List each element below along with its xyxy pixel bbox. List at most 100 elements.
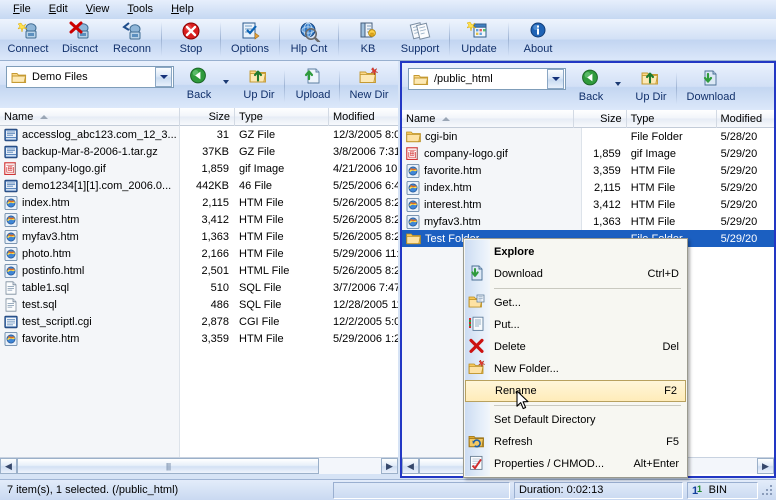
context-menu-item-refresh[interactable]: RefreshF5 xyxy=(464,431,687,453)
table-row[interactable]: test.sql486SQL File12/28/2005 11 xyxy=(0,296,398,313)
remote-path-combobox[interactable]: /public_html xyxy=(408,68,566,90)
local-file-list[interactable]: accesslog_abc123.com_12_3...31GZ File12/… xyxy=(0,126,398,457)
file-name-cell[interactable]: test.sql xyxy=(0,298,180,312)
table-row[interactable]: photo.htm2,166HTM File5/29/2006 11: xyxy=(0,245,398,262)
file-name-cell[interactable]: favorite.htm xyxy=(0,332,180,346)
local-back-button[interactable]: Back xyxy=(176,66,222,106)
file-name-cell[interactable]: backup-Mar-8-2006-1.tar.gz xyxy=(0,145,180,159)
remote-back-dropdown-arrow[interactable] xyxy=(615,82,621,86)
context-menu-item-download[interactable]: DownloadCtrl+D xyxy=(464,263,687,285)
context-menu-item-new-folder[interactable]: New Folder... xyxy=(464,358,687,380)
table-row[interactable]: test_scriptl.cgi2,878CGI File12/2/2005 5… xyxy=(0,313,398,330)
table-row[interactable]: favorite.htm3,359HTM File5/29/2006 1:2 xyxy=(0,330,398,347)
table-row[interactable]: table1.sql510SQL File3/7/2006 7:47 xyxy=(0,279,398,296)
local-upload-button[interactable]: Upload xyxy=(288,66,338,106)
context-menu-item-set-default-directory[interactable]: Set Default Directory xyxy=(464,409,687,431)
toolbar-connect-button[interactable]: Connect xyxy=(2,19,54,60)
local-column-size[interactable]: Size xyxy=(180,108,235,126)
file-name-cell[interactable]: favorite.htm xyxy=(402,164,574,178)
remote-column-size-label: Size xyxy=(600,110,621,128)
file-name-cell[interactable]: myfav3.htm xyxy=(402,215,574,229)
table-row[interactable]: myfav3.htm1,363HTM File5/29/20 xyxy=(402,213,774,230)
local-scroll-left-button[interactable]: ◀ xyxy=(0,458,17,474)
remote-column-type[interactable]: Type xyxy=(627,110,717,128)
context-menu-item-explore[interactable]: Explore xyxy=(464,241,687,263)
file-name-cell[interactable]: interest.htm xyxy=(0,213,180,227)
local-scroll-right-button[interactable]: ▶ xyxy=(381,458,398,474)
local-path-combobox[interactable]: Demo Files xyxy=(6,66,174,88)
menu-edit[interactable]: Edit xyxy=(40,1,77,18)
table-row[interactable]: 画company-logo.gif1,859gif Image5/29/20 xyxy=(402,145,774,162)
table-row[interactable]: index.htm2,115HTM File5/26/2005 8:2 xyxy=(0,194,398,211)
local-column-name[interactable]: Name xyxy=(0,108,180,126)
menu-help[interactable]: Help xyxy=(162,1,203,18)
file-name-cell[interactable]: demo1234[1][1].com_2006.0... xyxy=(0,179,180,193)
local-horizontal-scrollbar[interactable]: ◀ |||| ▶ xyxy=(0,457,398,474)
table-row[interactable]: cgi-binFile Folder5/28/20 xyxy=(402,128,774,145)
table-row[interactable]: demo1234[1][1].com_2006.0...442KB46 File… xyxy=(0,177,398,194)
toolbar-support-label: Support xyxy=(401,43,440,56)
file-type-cell: GZ File xyxy=(235,129,329,141)
file-name-cell[interactable]: index.htm xyxy=(402,181,574,195)
remote-scroll-left-button[interactable]: ◀ xyxy=(402,458,419,474)
local-scroll-thumb[interactable]: |||| xyxy=(17,458,319,474)
get-folder-icon xyxy=(468,294,486,312)
file-name-cell[interactable]: accesslog_abc123.com_12_3... xyxy=(0,128,180,142)
remote-download-button[interactable]: Download xyxy=(680,68,742,108)
remote-updir-button[interactable]: Up Dir xyxy=(627,68,675,108)
remote-back-button[interactable]: Back xyxy=(568,68,614,108)
table-row[interactable]: accesslog_abc123.com_12_3...31GZ File12/… xyxy=(0,126,398,143)
file-name-cell[interactable]: index.htm xyxy=(0,196,180,210)
local-newdir-button[interactable]: New Dir xyxy=(343,66,395,106)
file-name-cell[interactable]: test_scriptl.cgi xyxy=(0,315,180,329)
table-row[interactable]: interest.htm3,412HTM File5/26/2005 8:2 xyxy=(0,211,398,228)
toolbar-reconnect-label: Reconn xyxy=(113,43,151,56)
local-updir-button[interactable]: Up Dir xyxy=(235,66,283,106)
context-menu-item-get[interactable]: Get... xyxy=(464,292,687,314)
table-row[interactable]: 画company-logo.gif1,859gif Image4/21/2006… xyxy=(0,160,398,177)
file-name-cell[interactable]: table1.sql xyxy=(0,281,180,295)
file-name-cell[interactable]: cgi-bin xyxy=(402,130,574,143)
menu-tools[interactable]: Tools xyxy=(118,1,162,18)
toolbar-kb-button[interactable]: KB xyxy=(342,19,394,60)
file-context-menu[interactable]: ExploreDownloadCtrl+D Get...Put...DeleteD… xyxy=(463,238,688,478)
local-path-dropdown-arrow[interactable] xyxy=(155,67,172,87)
context-menu-item-rename[interactable]: RenameF2 xyxy=(465,380,686,402)
file-name-cell[interactable]: 画company-logo.gif xyxy=(402,147,574,161)
context-menu-item-properties-chmod[interactable]: Properties / CHMOD...Alt+Enter xyxy=(464,453,687,475)
remote-column-name[interactable]: Name xyxy=(402,110,574,128)
table-row[interactable]: interest.htm3,412HTM File5/29/20 xyxy=(402,196,774,213)
menu-file[interactable]: File xyxy=(4,1,40,18)
toolbar-options-button[interactable]: Options xyxy=(224,19,276,60)
file-name-cell[interactable]: photo.htm xyxy=(0,247,180,261)
file-name-cell[interactable]: myfav3.htm xyxy=(0,230,180,244)
toolbar-disconnect-button[interactable]: Discnct xyxy=(54,19,106,60)
remote-path-dropdown-arrow[interactable] xyxy=(547,69,564,89)
status-mode-pane[interactable]: 1 1 BIN xyxy=(687,482,758,499)
file-name-cell[interactable]: interest.htm xyxy=(402,198,574,212)
context-menu-item-put[interactable]: Put... xyxy=(464,314,687,336)
table-row[interactable]: index.htm2,115HTM File5/29/20 xyxy=(402,179,774,196)
toolbar-support-button[interactable]: Support xyxy=(394,19,446,60)
local-scroll-track[interactable]: |||| xyxy=(17,458,381,474)
table-row[interactable]: backup-Mar-8-2006-1.tar.gz37KBGZ File3/8… xyxy=(0,143,398,160)
toolbar-update-button[interactable]: Update xyxy=(453,19,505,60)
table-row[interactable]: postinfo.html2,501HTML File5/26/2005 8:2 xyxy=(0,262,398,279)
table-row[interactable]: myfav3.htm1,363HTM File5/26/2005 8:2 xyxy=(0,228,398,245)
menu-view[interactable]: View xyxy=(77,1,119,18)
file-name-cell[interactable]: 画company-logo.gif xyxy=(0,162,180,176)
remote-column-size[interactable]: Size xyxy=(574,110,627,128)
toolbar-about-button[interactable]: About xyxy=(512,19,564,60)
local-back-dropdown-arrow[interactable] xyxy=(223,80,229,84)
file-name-cell[interactable]: postinfo.html xyxy=(0,264,180,278)
remote-column-modified[interactable]: Modified xyxy=(717,110,775,128)
local-column-modified[interactable]: Modified xyxy=(329,108,398,126)
toolbar-stop-button[interactable]: Stop xyxy=(165,19,217,60)
remote-scroll-right-button[interactable]: ▶ xyxy=(757,458,774,474)
table-row[interactable]: favorite.htm3,359HTM File5/29/20 xyxy=(402,162,774,179)
toolbar-reconnect-button[interactable]: Reconn xyxy=(106,19,158,60)
toolbar-help-contents-button[interactable]: Hlp Cnt xyxy=(283,19,335,60)
context-menu-item-delete[interactable]: DeleteDel xyxy=(464,336,687,358)
local-column-type[interactable]: Type xyxy=(235,108,329,126)
resize-grip[interactable] xyxy=(760,483,774,497)
